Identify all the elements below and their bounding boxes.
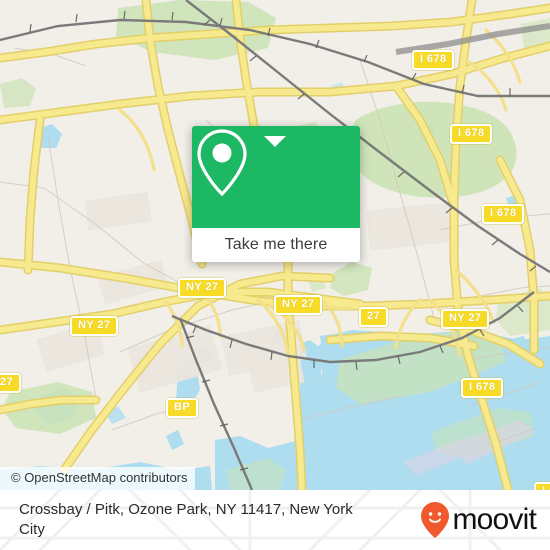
shield-label: NY 27 <box>186 281 219 293</box>
route-shield-ny27-4[interactable]: NY 27 <box>70 316 119 336</box>
popup-action-bar[interactable]: Take me there <box>192 228 360 262</box>
route-shield-i6-edge[interactable]: I 6 <box>534 482 550 490</box>
moovit-smiley-pin-icon <box>421 502 450 538</box>
osm-attribution[interactable]: © OpenStreetMap contributors <box>0 467 195 490</box>
route-shield-ny27-1[interactable]: NY 27 <box>178 278 227 298</box>
attribution-text: © OpenStreetMap contributors <box>11 470 188 485</box>
shield-label: NY 27 <box>449 312 482 324</box>
route-shield-i678-1[interactable]: I 678 <box>412 50 455 70</box>
shield-label: 27 <box>367 310 381 322</box>
shield-label: BP <box>174 401 191 413</box>
shield-label: NY 27 <box>78 319 111 331</box>
shield-label: I 678 <box>490 207 517 219</box>
route-shield-i678-3[interactable]: I 678 <box>482 204 525 224</box>
route-shield-27-edge[interactable]: 27 <box>0 373 22 393</box>
shield-label: 27 <box>0 376 14 388</box>
route-shield-ny27-2[interactable]: NY 27 <box>274 295 323 315</box>
shield-label: I 678 <box>469 381 496 393</box>
moovit-logo[interactable]: moovit <box>420 501 537 539</box>
poi-shield-bp[interactable]: BP <box>166 398 199 418</box>
map-screenshot: I 678 I 678 I 678 I 678 I 6 NY 27 NY 27 … <box>0 0 550 550</box>
footer-bar: Crossbay / Pitk, Ozone Park, NY 11417, N… <box>0 490 550 550</box>
location-title: Crossbay / Pitk, Ozone Park, NY 11417, N… <box>19 501 353 538</box>
route-shield-i678-2[interactable]: I 678 <box>450 124 493 144</box>
route-shield-27-1[interactable]: 27 <box>359 307 389 327</box>
map-pin-icon <box>197 129 247 197</box>
map-canvas[interactable]: I 678 I 678 I 678 I 678 I 6 NY 27 NY 27 … <box>0 0 550 490</box>
moovit-wordmark: moovit <box>452 503 536 536</box>
route-shield-ny27-3[interactable]: NY 27 <box>441 309 490 329</box>
shield-label: I 678 <box>420 53 447 65</box>
shield-label: I 678 <box>458 127 485 139</box>
route-shield-i678-4[interactable]: I 678 <box>461 378 504 398</box>
take-me-there-label: Take me there <box>224 236 328 253</box>
popup-pointer-tail <box>264 136 286 147</box>
shield-label: NY 27 <box>282 298 315 310</box>
